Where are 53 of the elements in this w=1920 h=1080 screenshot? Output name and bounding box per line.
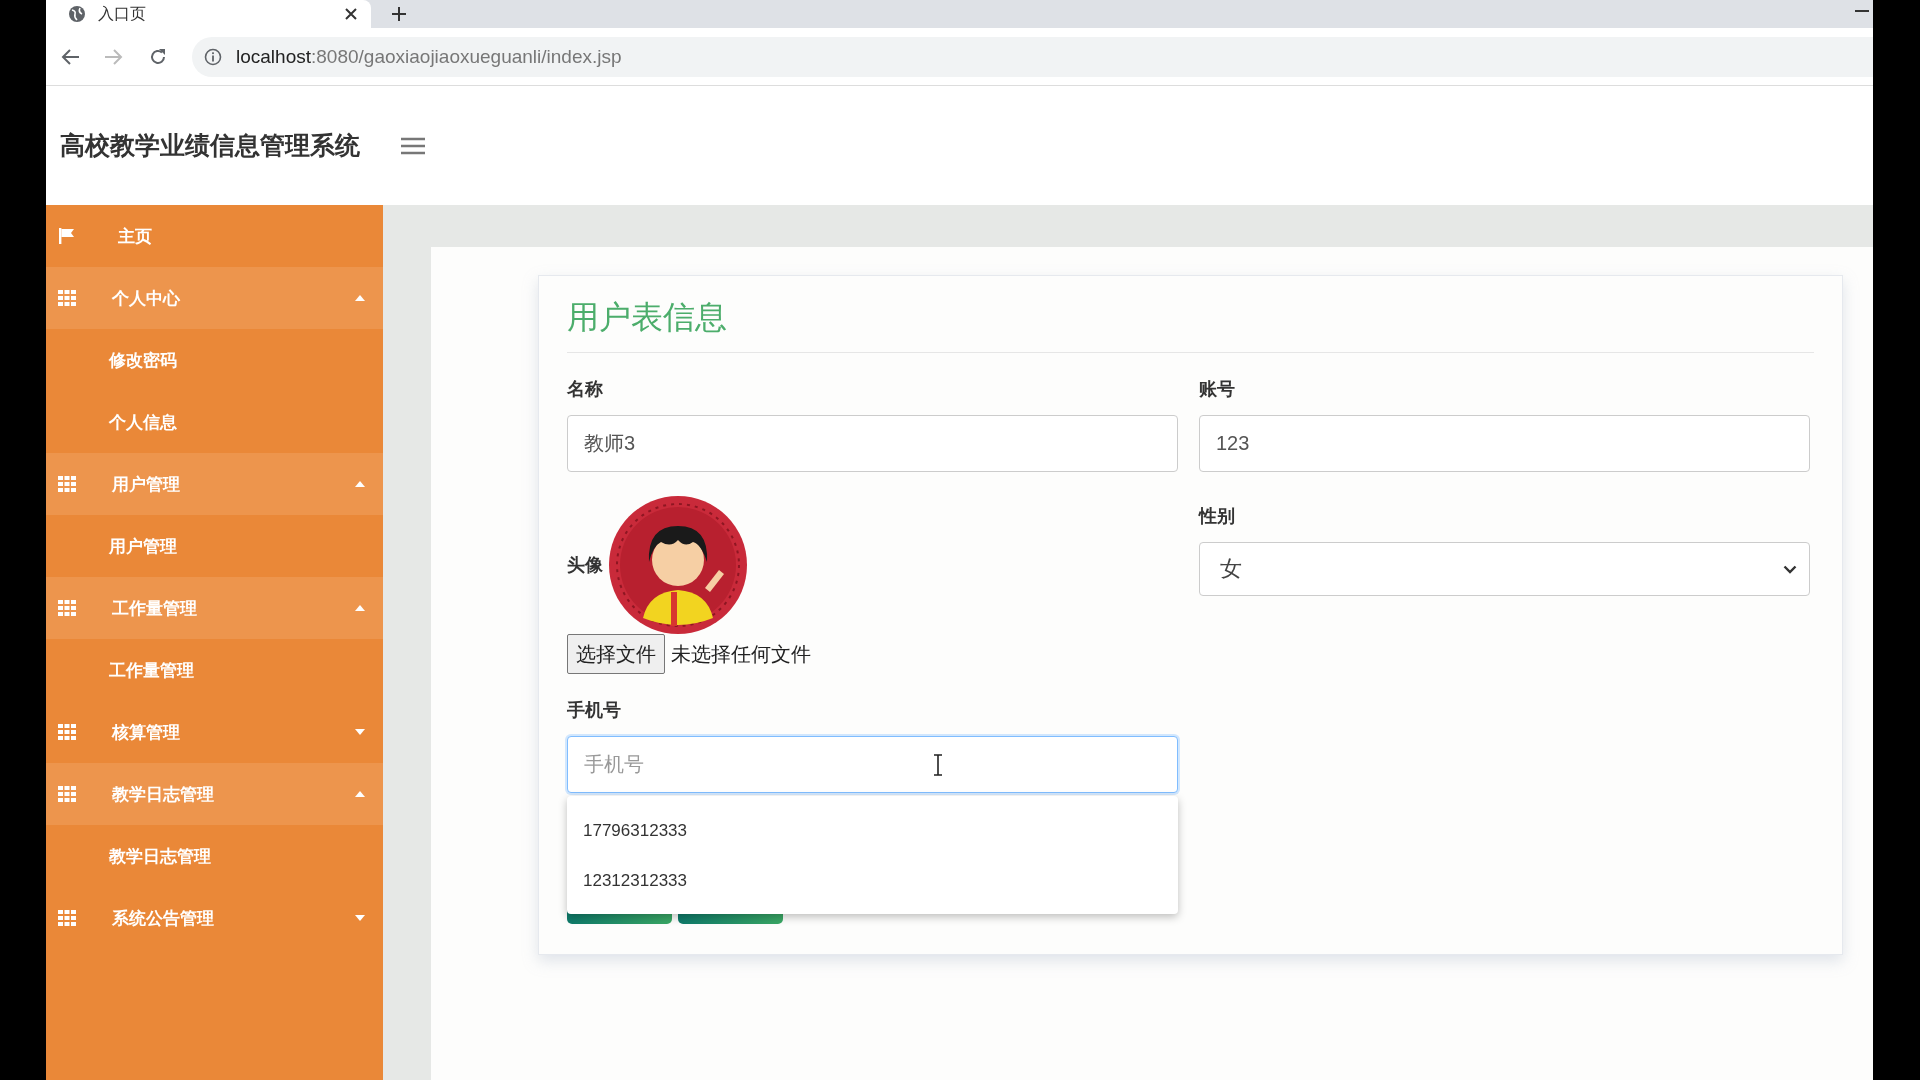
nav-subitem[interactable]: 修改密码 xyxy=(46,329,383,391)
caret-up-icon xyxy=(355,605,365,611)
flag-icon xyxy=(58,227,76,245)
input-field[interactable]: 手机号 xyxy=(567,736,1178,793)
back-icon[interactable] xyxy=(60,47,80,66)
grid-icon xyxy=(58,724,76,740)
suggestion-item[interactable]: 12312312333 xyxy=(567,856,1178,906)
nav-subitem[interactable]: 用户管理 xyxy=(46,515,383,577)
grid-icon xyxy=(58,600,76,616)
input-field[interactable]: 123 xyxy=(1199,415,1810,472)
nav-item[interactable]: 核算管理 xyxy=(46,701,383,763)
caret-down-icon xyxy=(355,729,365,735)
nav-item[interactable]: 工作量管理 xyxy=(46,577,383,639)
info-icon xyxy=(204,47,222,66)
file-status: 未选择任何文件 xyxy=(671,641,811,667)
browser-tab[interactable]: 入口页 xyxy=(46,0,371,28)
field-label: 名称 xyxy=(567,378,604,401)
nav-item[interactable]: 系统公告管理 xyxy=(46,887,383,949)
nav-item[interactable]: 个人中心 xyxy=(46,267,383,329)
input-field[interactable]: 教师3 xyxy=(567,415,1178,472)
caret-up-icon xyxy=(355,791,365,797)
text-cursor-icon xyxy=(933,754,943,776)
select-field[interactable]: 女 xyxy=(1199,542,1810,596)
field-label: 头像 xyxy=(567,554,603,577)
tab-title: 入口页 xyxy=(98,3,147,24)
chevron-down-icon xyxy=(1783,564,1797,574)
grid-icon xyxy=(58,910,76,926)
form-title: 用户表信息 xyxy=(567,296,1814,353)
grid-icon xyxy=(58,290,76,306)
suggestion-item[interactable]: 17796312333 xyxy=(567,806,1178,856)
menu-icon[interactable] xyxy=(400,135,426,156)
url-text: localhost:8080/gaoxiaojiaoxueguanli/index.jsp xyxy=(236,45,622,68)
nav-item[interactable]: 主页 xyxy=(46,205,383,267)
reload-icon[interactable] xyxy=(148,46,168,67)
nav-item[interactable]: 用户管理 xyxy=(46,453,383,515)
close-icon[interactable] xyxy=(345,8,357,20)
new-tab-icon[interactable] xyxy=(391,6,407,22)
globe-icon xyxy=(68,5,86,23)
nav-subitem[interactable]: 教学日志管理 xyxy=(46,825,383,887)
site-title: 高校教学业绩信息管理系统 xyxy=(60,130,360,161)
caret-down-icon xyxy=(355,915,365,921)
choose-file-button[interactable]: 选择文件 xyxy=(567,634,665,674)
address-bar[interactable]: localhost:8080/gaoxiaojiaoxueguanli/index.jsp xyxy=(192,36,1873,77)
field-label: 手机号 xyxy=(567,699,622,722)
caret-up-icon xyxy=(355,295,365,301)
grid-icon xyxy=(58,786,76,802)
grid-icon xyxy=(58,476,76,492)
caret-up-icon xyxy=(355,481,365,487)
nav-subitem[interactable]: 工作量管理 xyxy=(46,639,383,701)
nav-item[interactable]: 教学日志管理 xyxy=(46,763,383,825)
field-label: 性别 xyxy=(1199,505,1236,528)
nav-subitem[interactable]: 个人信息 xyxy=(46,391,383,453)
field-label: 账号 xyxy=(1199,378,1236,401)
